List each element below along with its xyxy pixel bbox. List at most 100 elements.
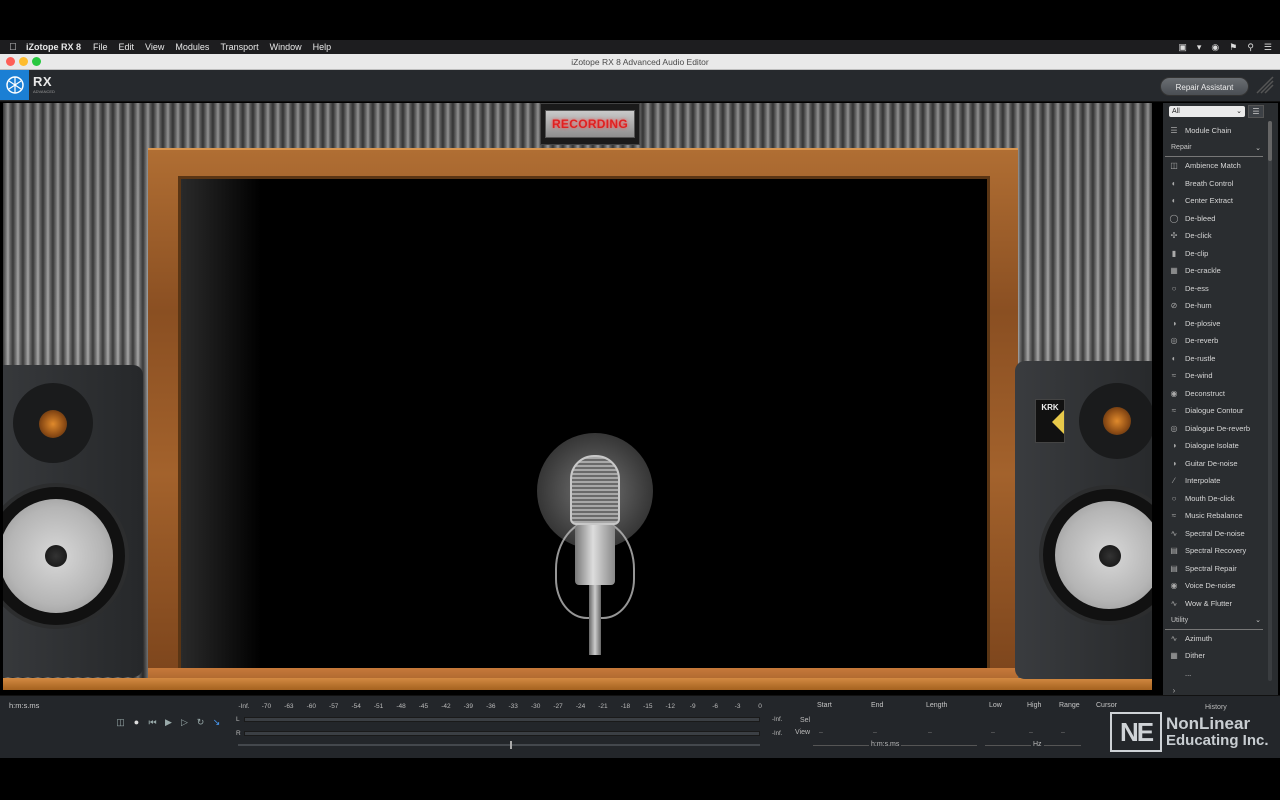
time-format-selector[interactable]: h:m:s.ms [9, 701, 39, 710]
skip-back-icon[interactable]: ⏮ [146, 716, 159, 728]
module-item[interactable]: ◐ Breath Control [1163, 175, 1267, 193]
meter-slider-knob[interactable] [510, 741, 512, 749]
meter-tick-label: -57 [329, 703, 339, 710]
menu-modules[interactable]: Modules [175, 42, 209, 52]
zoom-window-button[interactable] [32, 57, 41, 66]
module-item-label: Guitar De-noise [1185, 458, 1238, 468]
module-item[interactable]: ◐ Center Extract [1163, 192, 1267, 210]
module-item-label: Mouth De-click [1185, 493, 1235, 503]
repair-assistant-button[interactable]: Repair Assistant [1160, 77, 1249, 96]
flag-icon[interactable]: ⚑ [1229, 42, 1237, 53]
module-item[interactable]: ◫ Ambience Match [1163, 157, 1267, 175]
ambience-match-icon: ◫ [1170, 161, 1178, 171]
center-extract-icon: ◐ [1171, 196, 1177, 206]
module-item[interactable]: ◐ De-rustle [1163, 350, 1267, 368]
section-utility[interactable]: Utility ⌄ [1165, 612, 1263, 630]
module-item[interactable]: ∿ Wow & Flutter [1163, 595, 1267, 613]
control-center-icon[interactable]: ☰ [1264, 42, 1272, 53]
view-high-value[interactable]: – [1029, 729, 1033, 736]
module-item[interactable]: ◎ Dialogue De-reverb [1163, 420, 1267, 438]
menu-transport[interactable]: Transport [220, 42, 258, 52]
screen:  iZotope RX 8 File Edit View Modules Tr… [0, 0, 1280, 800]
rx-logo-text: RX [33, 74, 53, 89]
menu-help[interactable]: Help [313, 42, 332, 52]
guitar-de-noise-icon: ◑ [1171, 458, 1177, 468]
play-icon[interactable]: ▶ [162, 716, 175, 728]
module-item[interactable]: ◑ De-plosive [1163, 315, 1267, 333]
module-item-label: De-plosive [1185, 318, 1221, 328]
module-item[interactable]: ≈ Music Rebalance [1163, 507, 1267, 525]
de-crackle-icon: ▦ [1170, 266, 1178, 276]
module-filter-select[interactable]: All ⌄ [1169, 106, 1245, 117]
module-item[interactable]: ○ Mouth De-click [1163, 490, 1267, 508]
module-item[interactable]: ∿ Spectral De-noise [1163, 525, 1267, 543]
meter-tick-label: -33 [508, 703, 518, 710]
meter-range-slider[interactable] [238, 741, 760, 749]
module-item[interactable]: ✣ De-click [1163, 227, 1267, 245]
section-repair[interactable]: Repair ⌄ [1165, 140, 1263, 157]
meter-tick-label: -45 [418, 703, 429, 710]
dither-icon: ▦ [1170, 651, 1178, 661]
module-item[interactable]: ▦ De-crackle [1163, 262, 1267, 280]
module-item[interactable]: ∕ Interpolate [1163, 472, 1267, 490]
record-button-icon[interactable]: ● [130, 716, 143, 728]
corner-flap-icon[interactable] [1255, 75, 1275, 95]
sidebar-scroll-thumb[interactable] [1268, 121, 1272, 161]
view-range-value[interactable]: – [1061, 729, 1065, 736]
menu-window[interactable]: Window [270, 42, 302, 52]
module-item[interactable]: ▤ Spectral Recovery [1163, 542, 1267, 560]
play-selection-icon[interactable]: ▷ [178, 716, 191, 728]
view-low-value[interactable]: – [991, 729, 995, 736]
loop-icon[interactable]: ↻ [194, 716, 207, 728]
header-low: Low [989, 702, 1002, 709]
studio-floor [3, 678, 1152, 690]
left-monitor-speaker-icon [3, 365, 143, 677]
module-item[interactable]: ≈ De-wind [1163, 367, 1267, 385]
utility-module-items: ∿ Azimuth ▦ Dither [1163, 630, 1267, 665]
module-item[interactable]: ≈ Dialogue Contour [1163, 402, 1267, 420]
izotope-logo-icon[interactable] [0, 70, 29, 100]
more-modules-indicator: ... [1163, 665, 1267, 683]
selection-view-panel: Start End Length Low High Range Cursor S… [795, 700, 1117, 752]
module-chain-item[interactable]: ☰ Module Chain [1163, 122, 1267, 140]
module-item[interactable]: ◎ De-reverb [1163, 332, 1267, 350]
view-length-value[interactable]: – [928, 729, 932, 736]
module-item[interactable]: ▦ Dither [1163, 647, 1267, 665]
sidebar-scrollbar[interactable] [1268, 121, 1272, 681]
close-window-button[interactable] [6, 57, 15, 66]
module-item[interactable]: ▮ De-clip [1163, 245, 1267, 263]
module-item[interactable]: ◑ Guitar De-noise [1163, 455, 1267, 473]
headphones-icon[interactable]: ◫ [114, 716, 127, 728]
module-item[interactable]: ∿ Azimuth [1163, 630, 1267, 648]
search-icon[interactable]: ⚲ [1247, 42, 1254, 53]
de-wind-icon: ≈ [1171, 371, 1177, 381]
list-menu-icon[interactable]: ☰ [1248, 105, 1264, 118]
menu-edit[interactable]: Edit [119, 42, 135, 52]
dialogue-de-reverb-icon: ◎ [1170, 423, 1178, 433]
view-start-value[interactable]: – [819, 729, 823, 736]
module-item-label: De-crackle [1185, 266, 1221, 276]
module-item[interactable]: ◉ Voice De-noise [1163, 577, 1267, 595]
channel-l-label: L [236, 716, 240, 723]
menu-file[interactable]: File [93, 42, 108, 52]
module-item-label: Voice De-noise [1185, 581, 1236, 591]
module-item[interactable]: ◑ Dialogue Isolate [1163, 437, 1267, 455]
de-clip-icon: ▮ [1171, 248, 1177, 258]
module-item[interactable]: ⊘ De-hum [1163, 297, 1267, 315]
menu-app-name[interactable]: iZotope RX 8 [26, 42, 81, 52]
module-item[interactable]: ○ De-ess [1163, 280, 1267, 298]
module-item[interactable]: ◯ De-bleed [1163, 210, 1267, 228]
spectral-repair-icon: ▤ [1170, 563, 1178, 573]
wifi-icon[interactable]: ◉ [1211, 42, 1219, 53]
meter-tick-label: -60 [306, 703, 316, 710]
cast-icon[interactable]: ▾ [1197, 42, 1202, 53]
minimize-window-button[interactable] [19, 57, 28, 66]
menu-view[interactable]: View [145, 42, 164, 52]
apple-icon[interactable]:  [0, 42, 26, 53]
meter-bar-left [244, 717, 760, 722]
screen-record-icon[interactable]: ▣ [1178, 42, 1187, 53]
module-item[interactable]: ▤ Spectral Repair [1163, 560, 1267, 578]
instant-process-icon[interactable]: ↘ [210, 716, 223, 728]
module-item[interactable]: ◉ Deconstruct [1163, 385, 1267, 403]
view-end-value[interactable]: – [873, 729, 877, 736]
